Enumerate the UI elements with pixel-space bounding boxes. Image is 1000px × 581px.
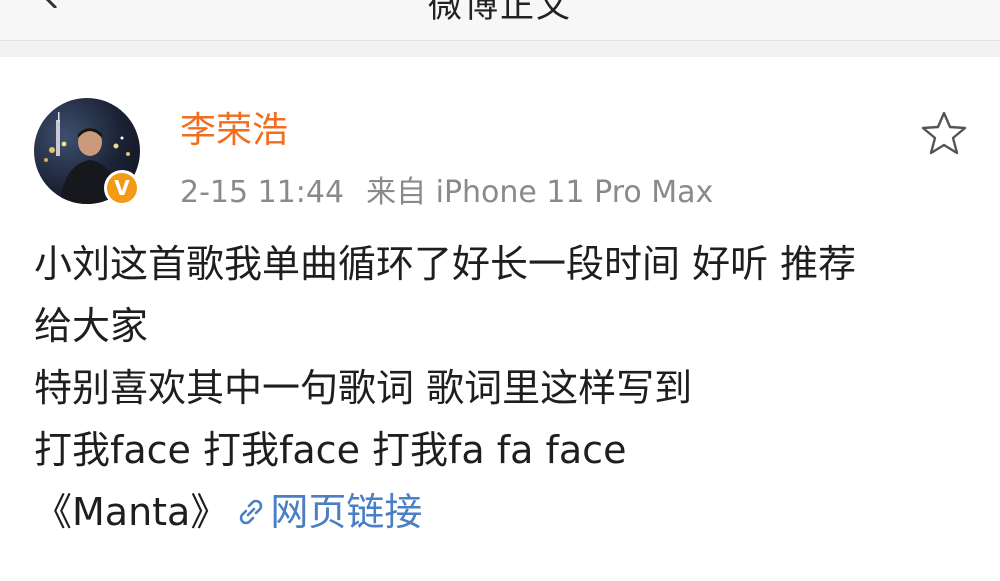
post-text-line: 打我face 打我face 打我fa fa face bbox=[34, 428, 627, 472]
weibo-post-card: V 李荣浩 2-15 11:44 来自 iPhone 11 Pro Max 小刘这… bbox=[0, 57, 1000, 581]
star-outline-icon[interactable] bbox=[919, 109, 969, 159]
top-navigation-bar: 微博正文 bbox=[0, 0, 1000, 41]
post-meta: 2-15 11:44 来自 iPhone 11 Pro Max bbox=[180, 167, 713, 211]
link-icon bbox=[234, 485, 268, 525]
web-link[interactable]: 网页链接 bbox=[228, 490, 422, 534]
post-text-line: 特别喜欢其中一句歌词 歌词里这样写到 bbox=[34, 366, 693, 410]
song-line: 《Manta》 网页链接 bbox=[34, 481, 964, 543]
post-text-line: 小刘这首歌我单曲循环了好长一段时间 好听 推荐 bbox=[34, 242, 857, 286]
web-link-label: 网页链接 bbox=[270, 490, 423, 534]
verified-badge: V bbox=[104, 170, 140, 206]
post-content: 小刘这首歌我单曲循环了好长一段时间 好听 推荐 给大家 特别喜欢其中一句歌词 歌… bbox=[34, 233, 964, 543]
author-name[interactable]: 李荣浩 bbox=[180, 101, 288, 153]
section-divider bbox=[0, 41, 1000, 57]
page-title: 微博正文 bbox=[428, 0, 572, 26]
post-timestamp: 2-15 11:44 bbox=[180, 175, 345, 210]
verified-mark: V bbox=[114, 176, 130, 200]
song-title: 《Manta》 bbox=[34, 490, 229, 534]
post-text-line: 给大家 bbox=[34, 304, 149, 348]
post-source: 来自 iPhone 11 Pro Max bbox=[366, 175, 714, 210]
